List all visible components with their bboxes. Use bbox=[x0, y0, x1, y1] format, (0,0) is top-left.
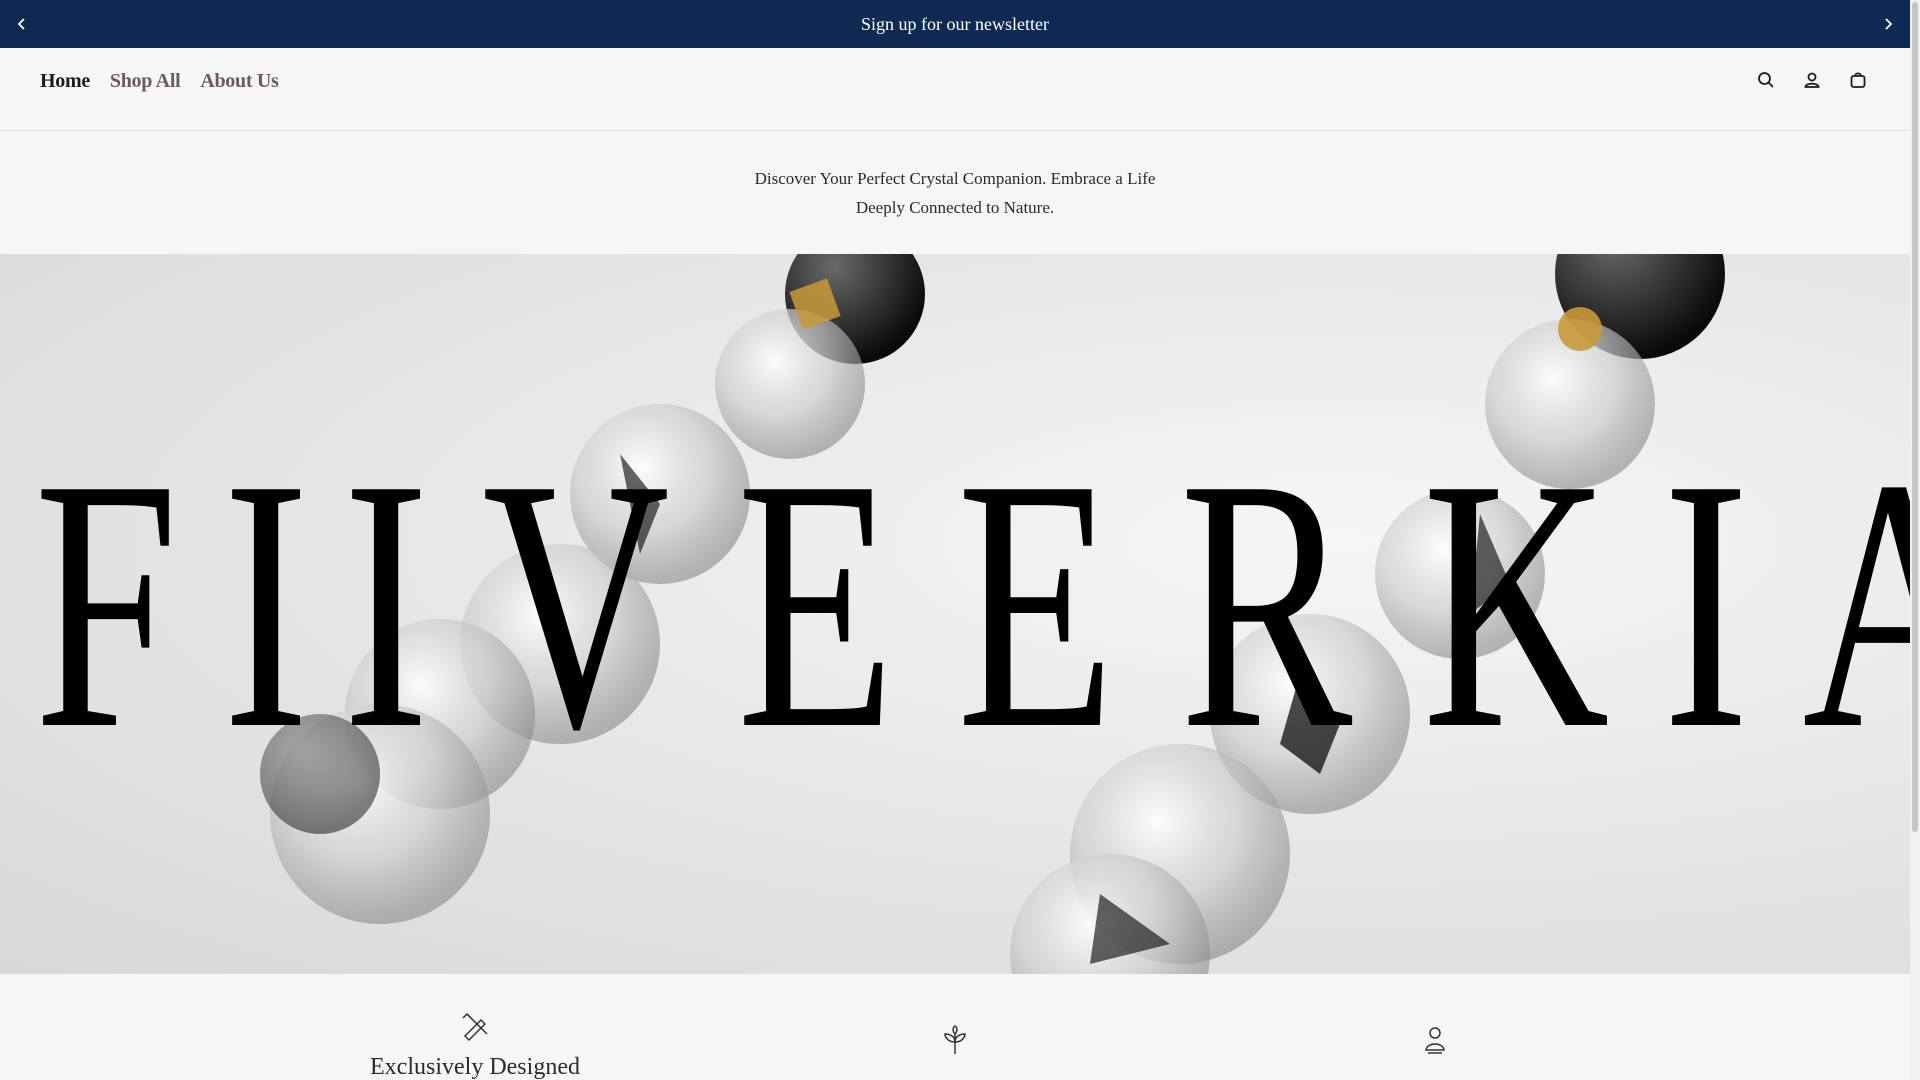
header-icons bbox=[1754, 68, 1870, 92]
brand-letter: I bbox=[223, 404, 310, 803]
hero-banner: F I I V E E R K I A bbox=[0, 254, 1910, 974]
page-scrollbar[interactable] bbox=[1910, 0, 1920, 1080]
brand-letter: I bbox=[342, 404, 430, 803]
intro-text: Discover Your Perfect Crystal Companion.… bbox=[754, 169, 1156, 217]
feature-exclusively-designed: Exclusively Designed bbox=[275, 1010, 675, 1080]
brand-letter: K bbox=[1422, 404, 1610, 803]
features-row: Exclusively Designed bbox=[0, 974, 1910, 1080]
intro-section: Discover Your Perfect Crystal Companion.… bbox=[0, 131, 1910, 255]
nav-shop-all[interactable]: Shop All bbox=[110, 70, 181, 93]
chevron-left-icon[interactable] bbox=[0, 0, 44, 48]
feature-3 bbox=[1235, 1024, 1635, 1068]
announcement-text[interactable]: Sign up for our newsletter bbox=[861, 14, 1049, 35]
brand-letter: E bbox=[956, 404, 1116, 803]
announcement-bar: Sign up for our newsletter bbox=[0, 0, 1910, 48]
pencil-ruler-icon bbox=[275, 1010, 675, 1042]
nav-about-us[interactable]: About Us bbox=[200, 70, 278, 93]
main-nav: Home Shop All About Us bbox=[40, 70, 279, 93]
person-icon bbox=[1235, 1024, 1635, 1056]
feature-title: Exclusively Designed bbox=[370, 1054, 580, 1080]
brand-letter: V bbox=[482, 404, 670, 803]
brand-letter: I bbox=[1662, 404, 1750, 803]
search-icon[interactable] bbox=[1754, 68, 1778, 92]
brand-letter: E bbox=[736, 404, 896, 803]
cart-icon[interactable] bbox=[1846, 68, 1870, 92]
plant-icon bbox=[755, 1024, 1155, 1056]
scrollbar-thumb[interactable] bbox=[1912, 2, 1918, 832]
brand-letter: F bbox=[34, 404, 179, 803]
brand-letter: A bbox=[1802, 424, 1910, 784]
chevron-right-icon[interactable] bbox=[1866, 0, 1910, 48]
nav-home[interactable]: Home bbox=[40, 70, 90, 93]
account-icon[interactable] bbox=[1800, 68, 1824, 92]
site-header: Home Shop All About Us bbox=[0, 48, 1910, 131]
brand-wordmark: F I I V E E R K I A bbox=[0, 404, 1910, 803]
feature-2 bbox=[755, 1024, 1155, 1068]
brand-letter: R bbox=[1179, 404, 1353, 803]
